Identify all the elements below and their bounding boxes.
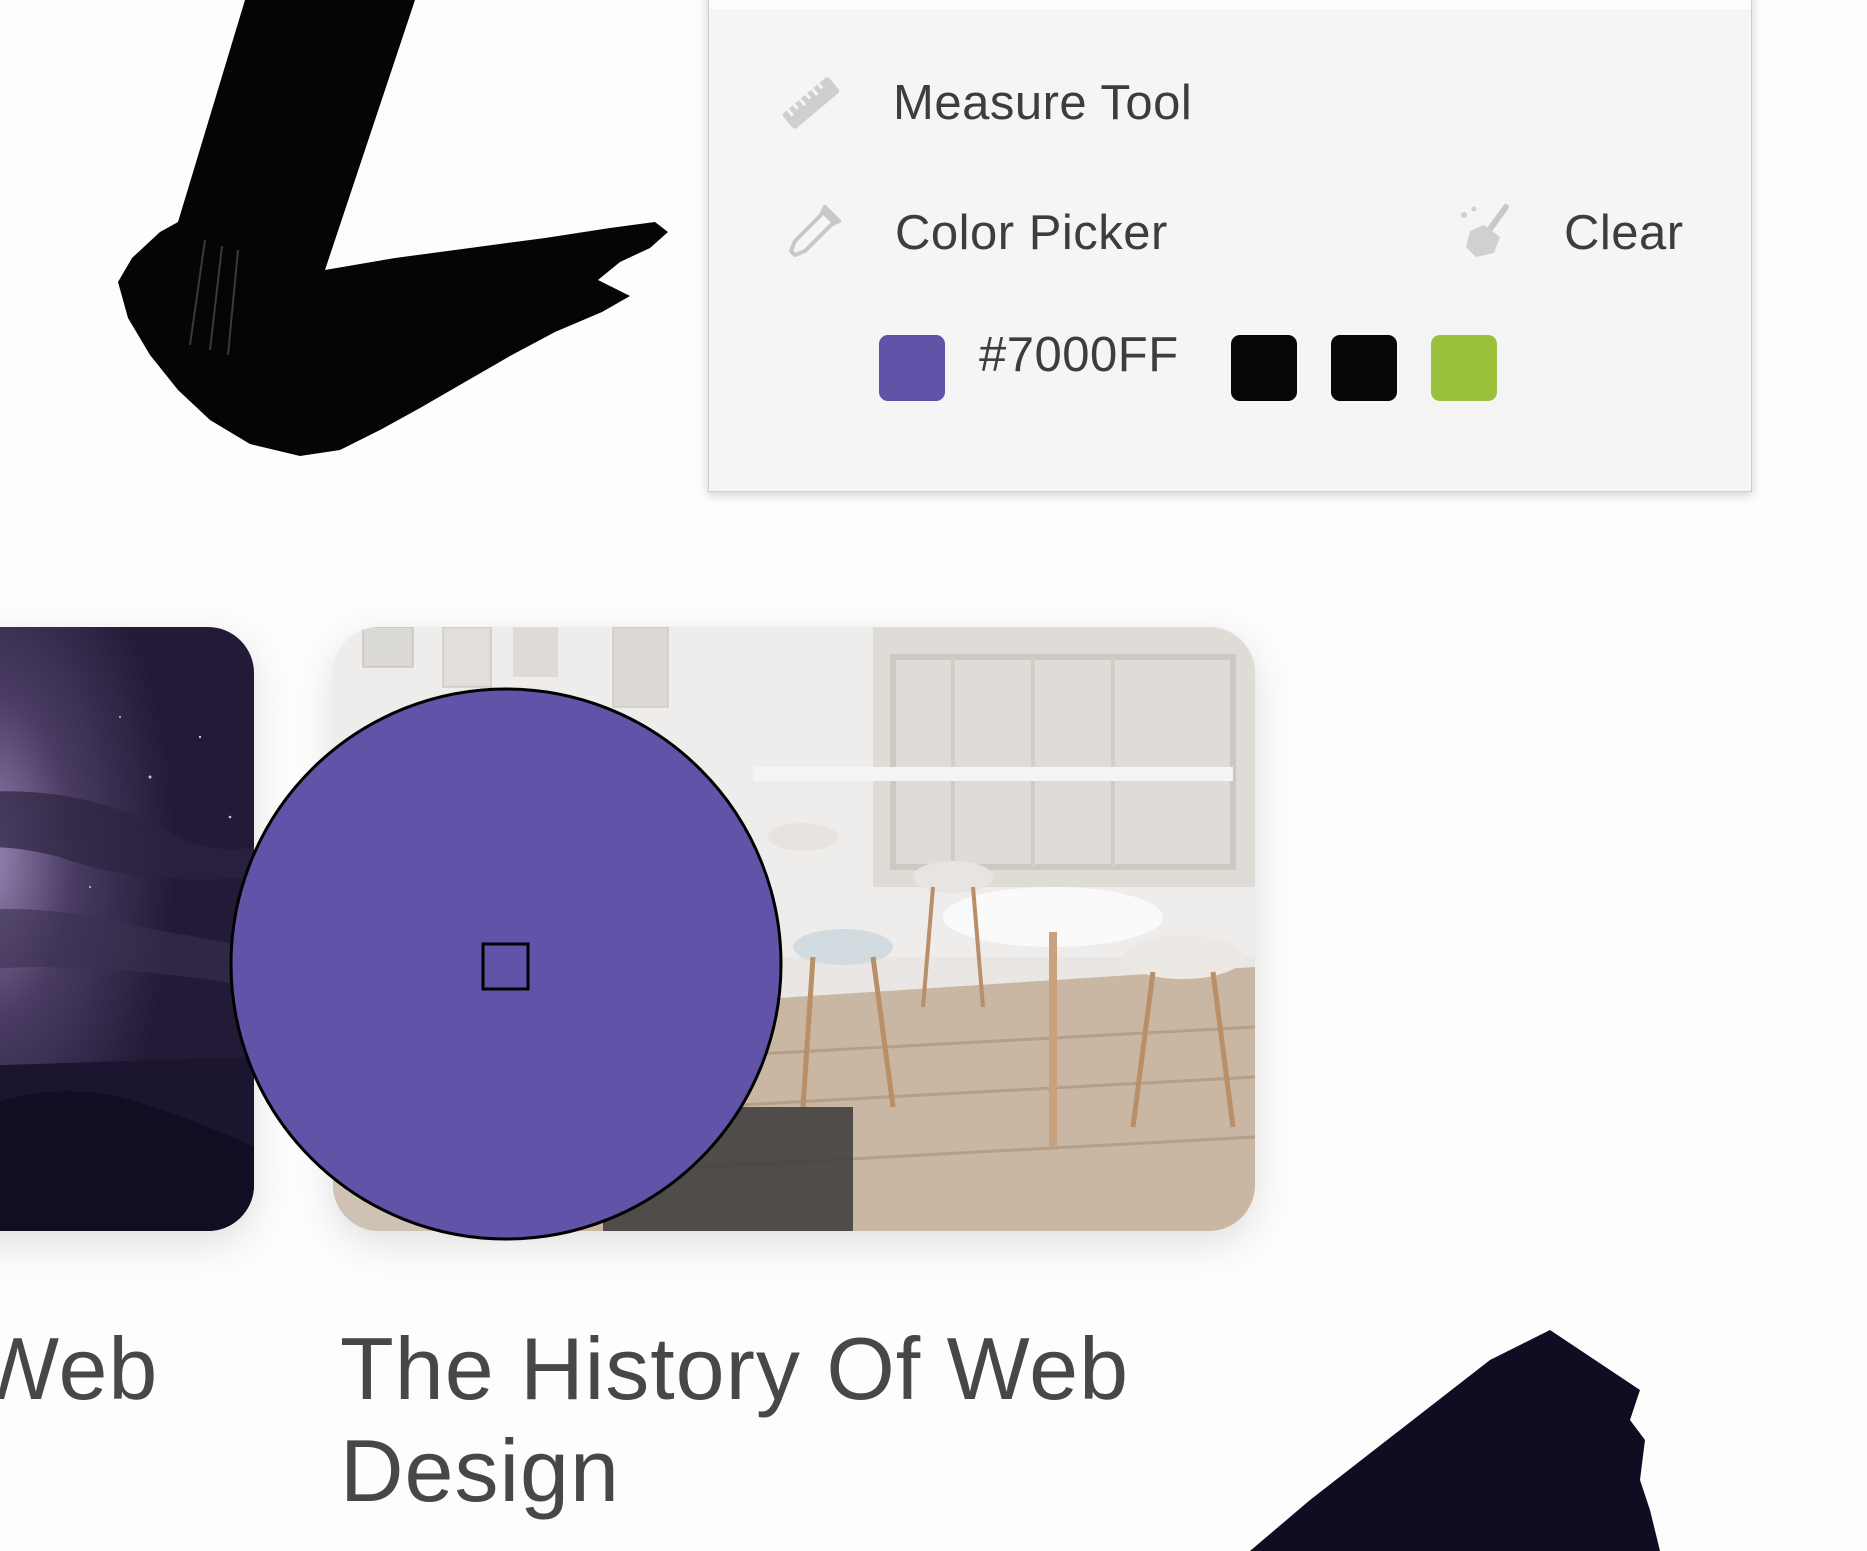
measure-tool-label: Measure Tool [893,76,1193,130]
color-picker-loupe[interactable] [228,686,784,1242]
history-swatch-black-2[interactable] [1331,335,1397,401]
color-picker-label: Color Picker [895,206,1168,260]
clear-button[interactable]: Clear [1454,201,1684,265]
font-identifier-label[interactable]: Font Identifier [889,0,1182,8]
panel-header-strip: Font Identifier [709,0,1751,9]
eyedropper-icon [781,201,845,265]
main-card-title[interactable]: The History Of Web Design [340,1318,1160,1522]
tool-panel: Font Identifier Measure Tool Color Picke… [708,0,1752,492]
brush-stroke-bottom-decoration [1250,1330,1660,1551]
history-swatch-black-1[interactable] [1231,335,1297,401]
history-swatch-green[interactable] [1431,335,1497,401]
brush-stroke-decoration [118,0,668,456]
ruler-icon [779,71,843,135]
clear-label: Clear [1564,206,1684,260]
color-picker-button[interactable]: Color Picker [781,201,1168,265]
broom-icon [1454,201,1518,265]
article-card-left-image[interactable] [0,627,254,1231]
selected-color-swatch[interactable] [879,335,945,401]
left-card-title-fragment[interactable]: Web [0,1318,158,1420]
selected-color-hex: #7000FF [979,328,1179,382]
night-sky-image [0,627,254,1231]
measure-tool-button[interactable]: Measure Tool [779,71,1192,135]
